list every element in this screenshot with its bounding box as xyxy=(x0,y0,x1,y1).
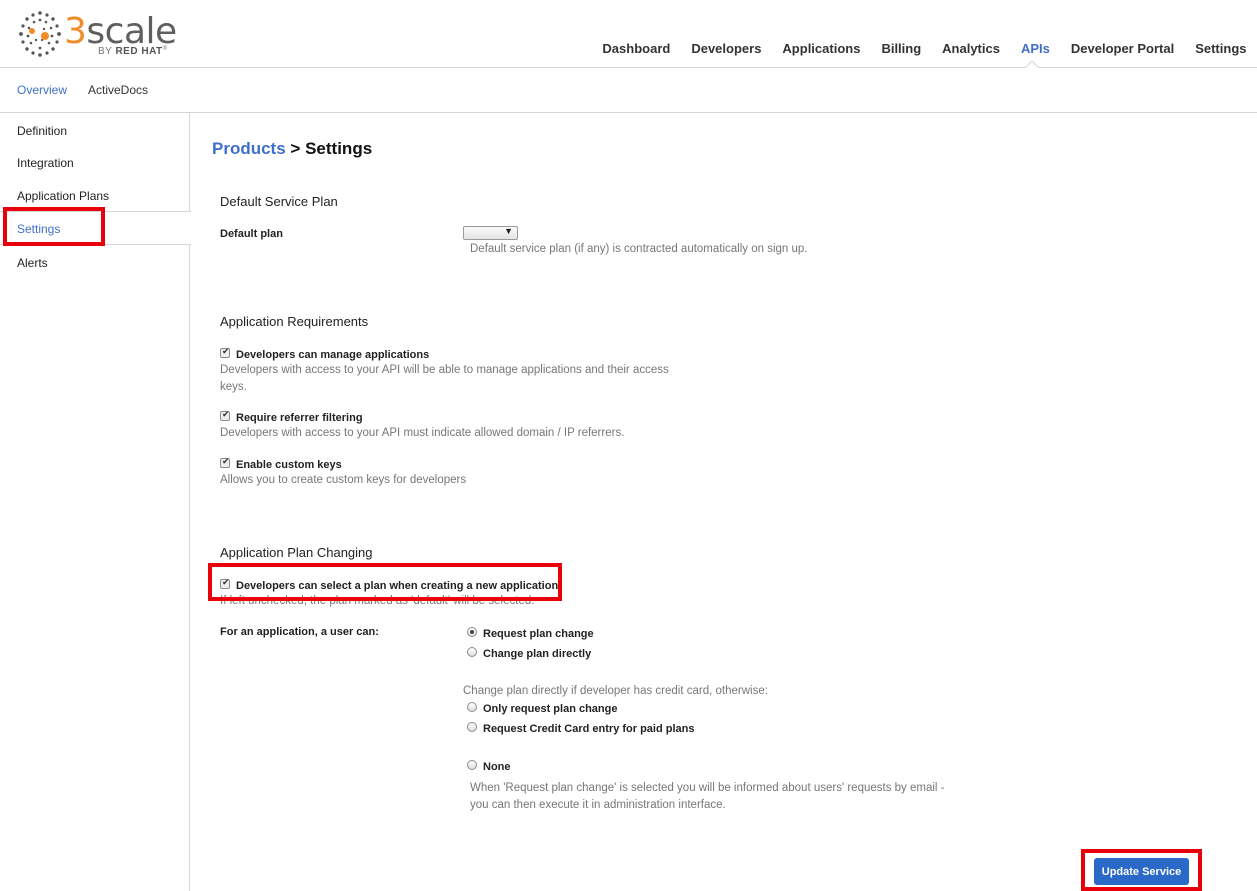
radio-request-plan-change[interactable] xyxy=(467,627,477,637)
checkbox-manage-applications[interactable]: ✔ xyxy=(220,346,230,358)
none-label: None xyxy=(483,761,511,773)
breadcrumb: Products > Settings xyxy=(212,139,372,159)
user-can-label: For an application, a user can: xyxy=(220,626,379,638)
sidebar-item-alerts[interactable]: Alerts xyxy=(17,256,48,270)
radio-none[interactable] xyxy=(467,760,477,770)
custom-keys-label: Enable custom keys xyxy=(236,459,342,471)
radio-request-credit-card[interactable] xyxy=(467,722,477,732)
none-hint-1: When 'Request plan change' is selected y… xyxy=(470,782,945,794)
checkbox-custom-keys[interactable]: ✔ xyxy=(220,456,230,468)
dropdown-arrow-icon: ▼ xyxy=(504,226,513,236)
section-title-default-plan: Default Service Plan xyxy=(220,194,338,209)
radio-only-request-plan-change[interactable] xyxy=(467,702,477,712)
default-plan-select[interactable]: ▼ xyxy=(463,226,518,240)
nav-developer-portal[interactable]: Developer Portal xyxy=(1060,41,1184,57)
manage-applications-hint-1: Developers with access to your API will … xyxy=(220,364,669,376)
subnav-overview[interactable]: Overview xyxy=(17,83,67,97)
referrer-filtering-label: Require referrer filtering xyxy=(236,412,363,424)
request-plan-change-label: Request plan change xyxy=(483,628,594,640)
manage-applications-label: Developers can manage applications xyxy=(236,349,430,361)
nav-billing[interactable]: Billing xyxy=(871,41,932,57)
default-plan-label: Default plan xyxy=(220,228,283,240)
logo-dots-icon xyxy=(19,11,61,57)
manage-applications-hint-2: keys. xyxy=(220,381,247,393)
breadcrumb-products-link[interactable]: Products xyxy=(212,139,286,158)
sidebar-item-application-plans[interactable]: Application Plans xyxy=(17,189,109,203)
referrer-filtering-hint: Developers with access to your API must … xyxy=(220,427,625,439)
sub-nav: Overview ActiveDocs xyxy=(0,68,1257,113)
section-title-requirements: Application Requirements xyxy=(220,314,369,329)
active-nav-caret-icon xyxy=(1025,60,1039,68)
section-title-plan-changing: Application Plan Changing xyxy=(220,545,373,560)
change-plan-directly-label: Change plan directly xyxy=(483,648,592,660)
top-header: 3scale BY RED HAT® Dashboard Developers … xyxy=(0,0,1257,68)
credit-card-hint: Change plan directly if developer has cr… xyxy=(463,685,768,697)
subnav-activedocs[interactable]: ActiveDocs xyxy=(88,83,148,97)
sidebar-item-integration[interactable]: Integration xyxy=(17,156,74,170)
radio-change-plan-directly[interactable] xyxy=(467,647,477,657)
nav-analytics[interactable]: Analytics xyxy=(932,41,1011,57)
brand-logo[interactable]: 3scale BY RED HAT® xyxy=(16,10,177,62)
default-plan-hint: Default service plan (if any) is contrac… xyxy=(470,243,808,255)
request-credit-card-label: Request Credit Card entry for paid plans xyxy=(483,723,695,735)
highlight-settings-sidebar xyxy=(3,207,105,246)
breadcrumb-separator: > xyxy=(290,139,301,158)
sidebar-item-definition[interactable]: Definition xyxy=(17,124,67,138)
main-nav: Dashboard Developers Applications Billin… xyxy=(592,41,1257,57)
nav-dashboard[interactable]: Dashboard xyxy=(592,41,681,57)
nav-apis[interactable]: APIs xyxy=(1010,41,1060,57)
page-title: Settings xyxy=(305,139,373,158)
highlight-select-plan xyxy=(208,563,562,601)
nav-developers[interactable]: Developers xyxy=(681,41,772,57)
custom-keys-hint: Allows you to create custom keys for dev… xyxy=(220,474,467,486)
highlight-update-button xyxy=(1081,849,1202,891)
none-hint-2: you can then execute it in administratio… xyxy=(470,799,726,811)
brand-byline: BY RED HAT® xyxy=(98,46,168,57)
nav-applications[interactable]: Applications xyxy=(772,41,871,57)
only-request-plan-change-label: Only request plan change xyxy=(483,703,618,715)
nav-settings[interactable]: Settings xyxy=(1185,41,1257,57)
checkbox-referrer-filtering[interactable]: ✔ xyxy=(220,409,230,421)
